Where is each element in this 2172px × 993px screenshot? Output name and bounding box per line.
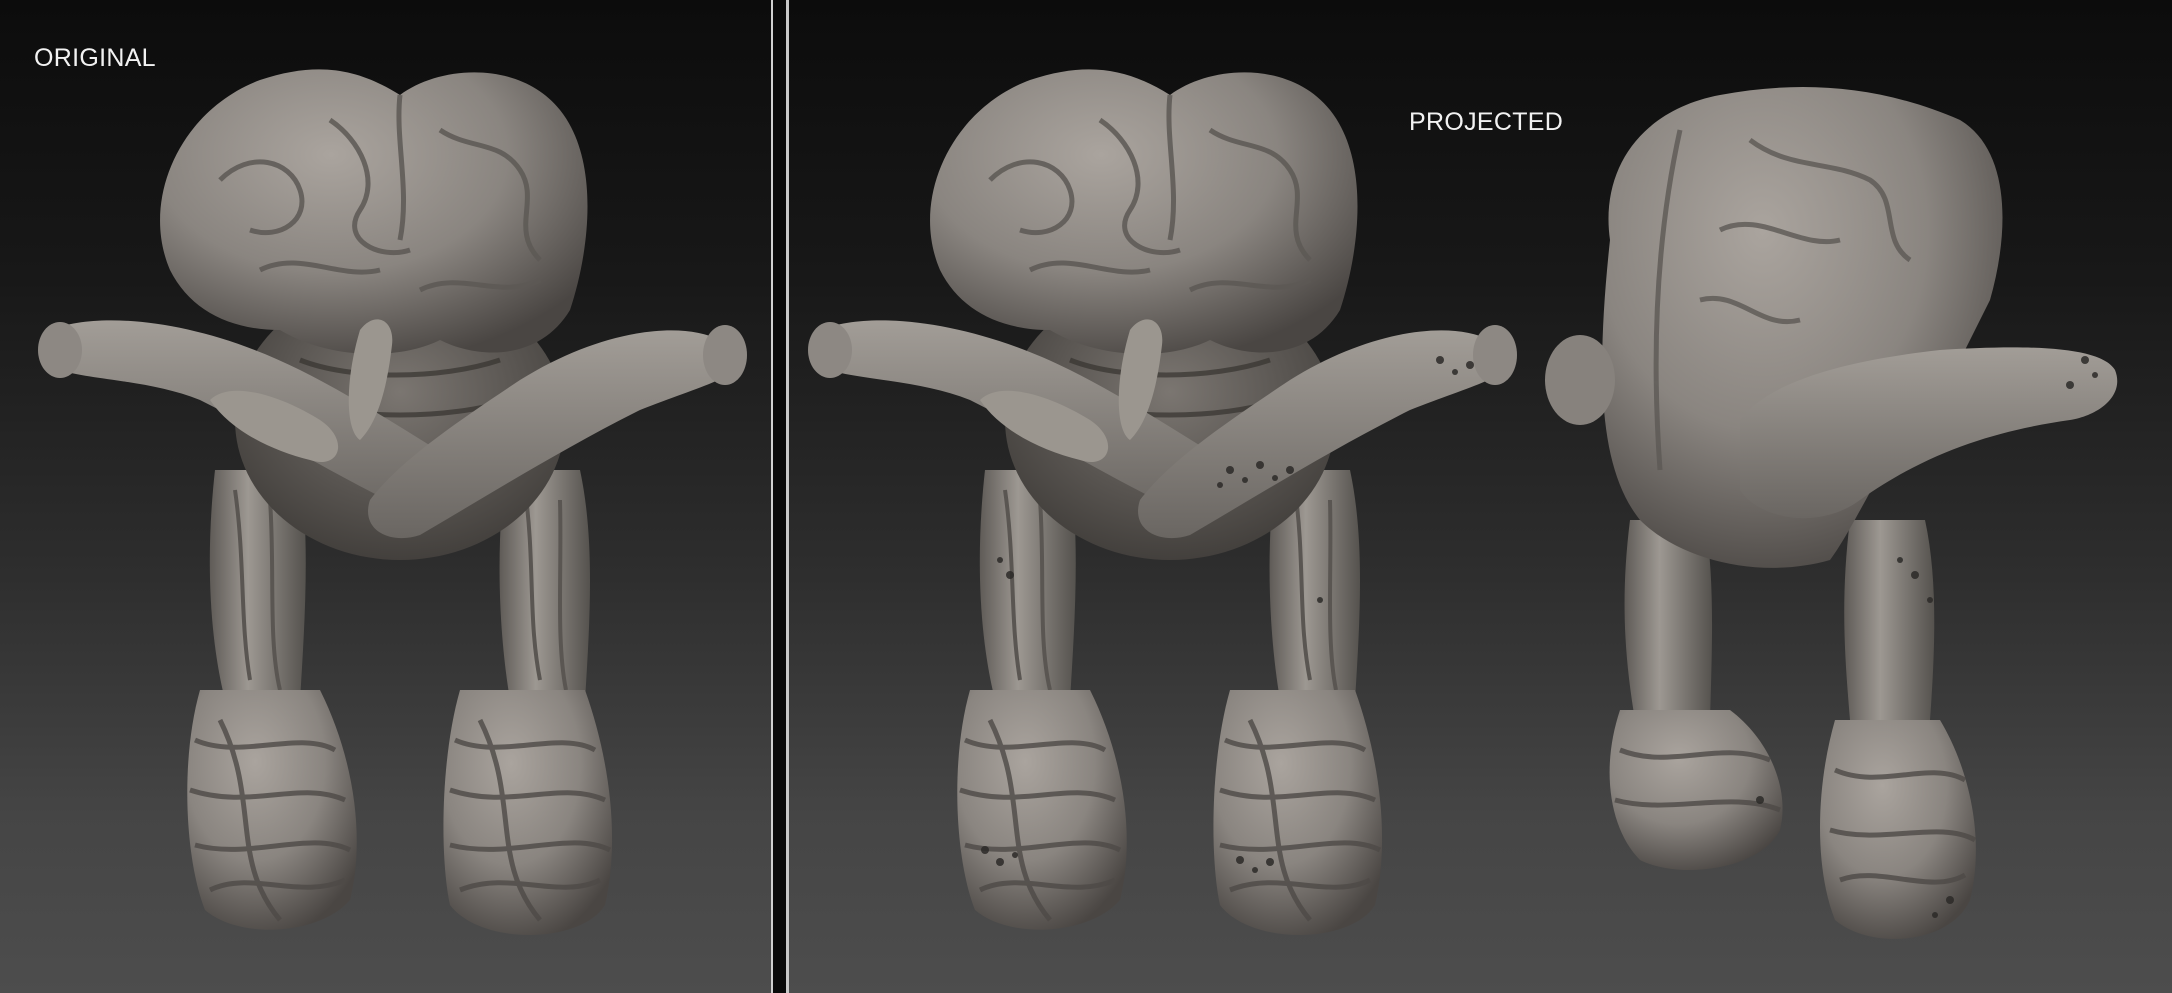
original-sculpt [38,69,747,935]
projected-front-sculpt [808,69,1517,935]
sculpt-renders [0,0,2172,993]
original-label: ORIGINAL [34,44,156,72]
projected-side-sculpt [1545,87,2117,939]
projected-label: PROJECTED [1409,108,1564,136]
